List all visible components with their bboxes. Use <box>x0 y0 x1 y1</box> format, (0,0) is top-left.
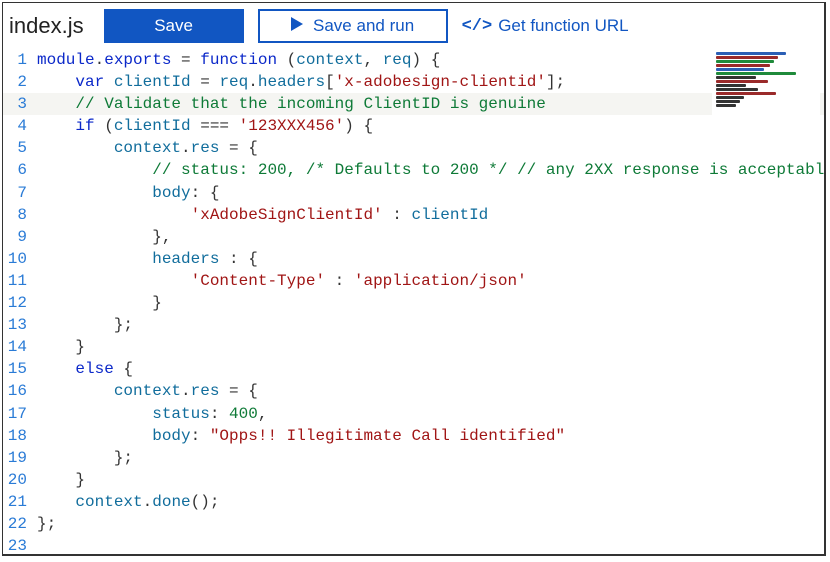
code-line: 17 status: 400, <box>3 403 824 425</box>
code-line: 8 'xAdobeSignClientId' : clientId <box>3 204 824 226</box>
code-text: } <box>37 336 824 358</box>
code-line: 16 context.res = { <box>3 380 824 402</box>
code-line: 12 } <box>3 292 824 314</box>
line-number: 11 <box>3 270 37 292</box>
code-line: 7 body: { <box>3 182 824 204</box>
code-text: body: { <box>37 182 824 204</box>
save-button[interactable]: Save <box>104 9 244 43</box>
code-line: 9 }, <box>3 226 824 248</box>
code-line: 14 } <box>3 336 824 358</box>
code-text: if (clientId === '123XXX456') { <box>37 115 824 137</box>
line-number: 6 <box>3 159 37 181</box>
line-number: 3 <box>3 93 37 115</box>
code-text: }, <box>37 226 824 248</box>
line-number: 23 <box>3 535 37 554</box>
code-line: 15 else { <box>3 358 824 380</box>
code-editor[interactable]: 1module.exports = function (context, req… <box>3 49 824 554</box>
get-function-url-link[interactable]: </> Get function URL <box>462 16 629 36</box>
code-line: 11 'Content-Type' : 'application/json' <box>3 270 824 292</box>
code-text: headers : { <box>37 248 824 270</box>
code-text: // Validate that the incoming ClientID i… <box>37 93 824 115</box>
line-number: 21 <box>3 491 37 513</box>
line-number: 18 <box>3 425 37 447</box>
get-function-url-label: Get function URL <box>498 16 628 36</box>
editor-frame: index.js Save Save and run </> Get funct… <box>2 2 826 556</box>
line-number: 13 <box>3 314 37 336</box>
code-line: 5 context.res = { <box>3 137 824 159</box>
line-number: 19 <box>3 447 37 469</box>
filename-label: index.js <box>7 13 90 39</box>
code-text <box>37 535 824 554</box>
play-icon <box>291 16 303 36</box>
code-line: 19 }; <box>3 447 824 469</box>
line-number: 14 <box>3 336 37 358</box>
code-text: status: 400, <box>37 403 824 425</box>
line-number: 2 <box>3 71 37 93</box>
line-number: 16 <box>3 380 37 402</box>
code-text: } <box>37 469 824 491</box>
line-number: 22 <box>3 513 37 535</box>
code-content: 1module.exports = function (context, req… <box>3 49 824 554</box>
code-line: 1module.exports = function (context, req… <box>3 49 824 71</box>
line-number: 12 <box>3 292 37 314</box>
code-line: 2 var clientId = req.headers['x-adobesig… <box>3 71 824 93</box>
code-text: context.done(); <box>37 491 824 513</box>
code-text: 'Content-Type' : 'application/json' <box>37 270 824 292</box>
toolbar: index.js Save Save and run </> Get funct… <box>3 3 824 49</box>
code-text: // status: 200, /* Defaults to 200 */ //… <box>37 159 824 181</box>
code-line: 20 } <box>3 469 824 491</box>
line-number: 17 <box>3 403 37 425</box>
save-and-run-button[interactable]: Save and run <box>258 9 448 43</box>
code-line: 18 body: "Opps!! Illegitimate Call ident… <box>3 425 824 447</box>
code-text: module.exports = function (context, req)… <box>37 49 824 71</box>
code-text: 'xAdobeSignClientId' : clientId <box>37 204 824 226</box>
line-number: 8 <box>3 204 37 226</box>
code-text: context.res = { <box>37 137 824 159</box>
code-text: body: "Opps!! Illegitimate Call identifi… <box>37 425 824 447</box>
code-text: }; <box>37 314 824 336</box>
code-text: else { <box>37 358 824 380</box>
code-line: 4 if (clientId === '123XXX456') { <box>3 115 824 137</box>
code-text: }; <box>37 447 824 469</box>
code-line: 22}; <box>3 513 824 535</box>
line-number: 1 <box>3 49 37 71</box>
code-text: } <box>37 292 824 314</box>
line-number: 4 <box>3 115 37 137</box>
line-number: 9 <box>3 226 37 248</box>
code-icon: </> <box>462 17 493 36</box>
code-line: 3 // Validate that the incoming ClientID… <box>3 93 824 115</box>
line-number: 20 <box>3 469 37 491</box>
code-line: 21 context.done(); <box>3 491 824 513</box>
code-text: context.res = { <box>37 380 824 402</box>
line-number: 10 <box>3 248 37 270</box>
code-line: 23 <box>3 535 824 554</box>
code-text: }; <box>37 513 824 535</box>
save-button-label: Save <box>154 16 193 36</box>
line-number: 5 <box>3 137 37 159</box>
code-line: 6 // status: 200, /* Defaults to 200 */ … <box>3 159 824 181</box>
line-number: 7 <box>3 182 37 204</box>
code-text: var clientId = req.headers['x-adobesign-… <box>37 71 824 93</box>
line-number: 15 <box>3 358 37 380</box>
code-line: 10 headers : { <box>3 248 824 270</box>
save-and-run-label: Save and run <box>313 16 414 36</box>
code-line: 13 }; <box>3 314 824 336</box>
